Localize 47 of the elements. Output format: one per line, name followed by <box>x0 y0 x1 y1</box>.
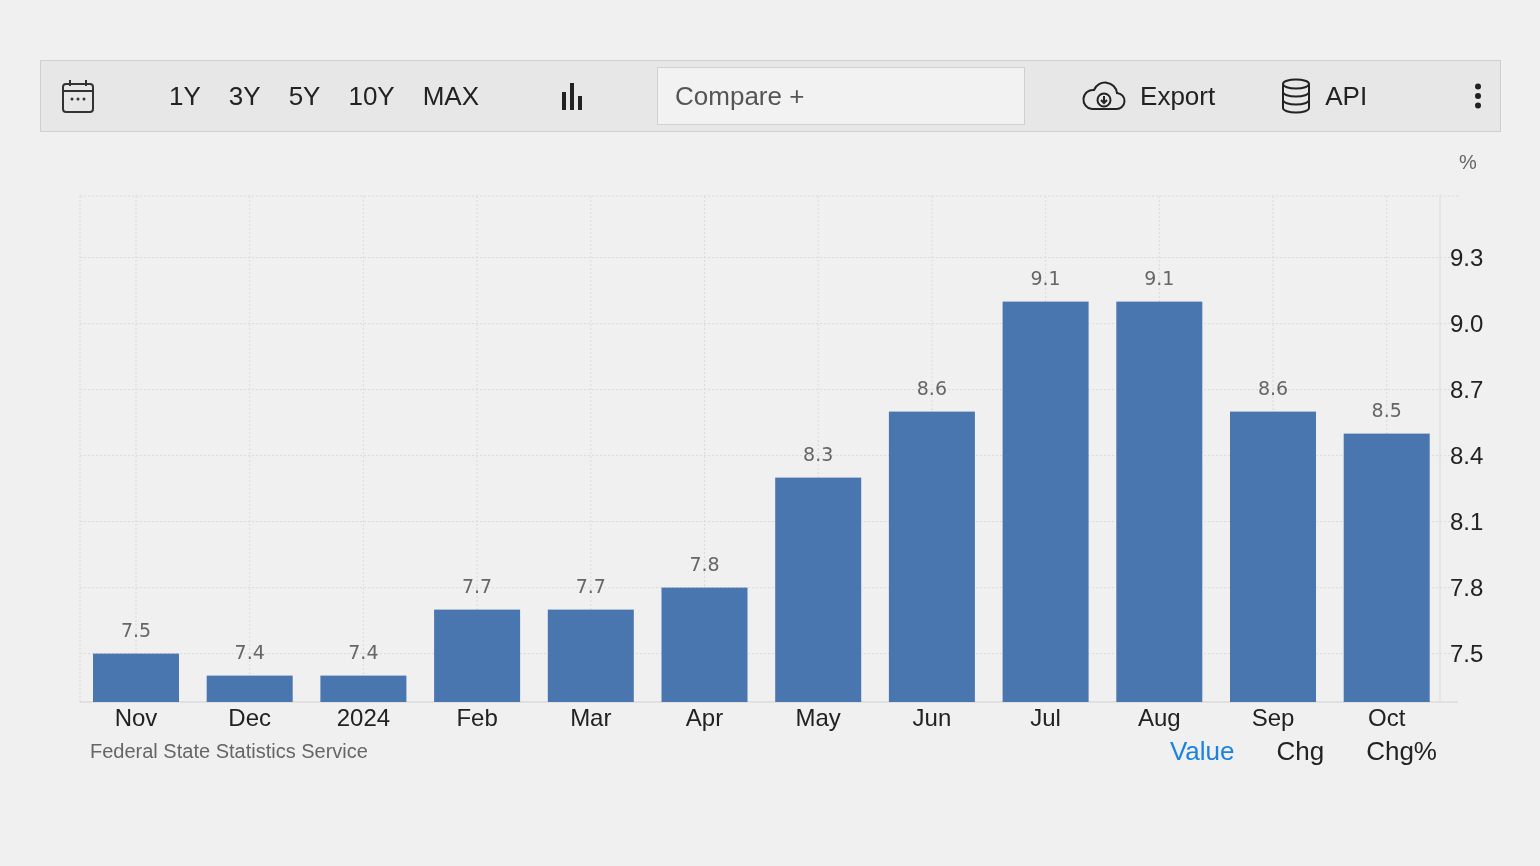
view-tab[interactable]: Chg% <box>1366 736 1437 767</box>
compare-field[interactable]: Compare + <box>657 67 1026 125</box>
x-axis-label: Feb <box>456 704 498 731</box>
x-axis-label: Jul <box>1030 704 1061 731</box>
data-label: 7.7 <box>462 574 493 597</box>
y-axis-label: 7.5 <box>1450 639 1484 667</box>
y-axis-label: 8.7 <box>1450 375 1484 403</box>
database-icon <box>1281 78 1312 114</box>
unit-label: % <box>1459 151 1477 173</box>
x-axis-label: Oct <box>1368 704 1406 731</box>
data-label: 8.6 <box>1257 376 1289 399</box>
range-button[interactable]: 10Y <box>348 80 395 112</box>
cloud-download-icon <box>1082 81 1127 111</box>
source-text: Federal State Statistics Service <box>90 740 368 763</box>
x-axis-label: 2024 <box>336 704 391 731</box>
range-button[interactable]: 3Y <box>228 80 261 112</box>
data-label: 8.6 <box>916 376 947 399</box>
y-axis-label: 7.8 <box>1450 573 1484 601</box>
y-axis-label: 9.0 <box>1450 309 1484 337</box>
x-axis-label: May <box>795 704 841 731</box>
data-label: 7.5 <box>120 618 152 641</box>
data-label: 8.5 <box>1371 398 1402 421</box>
x-axis-label: Nov <box>114 704 158 731</box>
x-axis-label: Apr <box>685 704 724 731</box>
data-label: 9.1 <box>1030 266 1061 289</box>
x-axis-label: Mar <box>570 704 612 731</box>
export-button[interactable]: Export <box>1082 80 1216 112</box>
data-label: 9.1 <box>1144 266 1175 289</box>
api-button[interactable]: API <box>1281 78 1368 114</box>
data-label: 7.4 <box>348 640 379 663</box>
data-label: 8.3 <box>803 442 834 465</box>
data-label: 7.7 <box>575 574 606 597</box>
calendar-icon[interactable] <box>61 78 95 114</box>
x-axis-label: Dec <box>228 704 272 731</box>
data-label: 7.4 <box>234 640 265 663</box>
range-button[interactable]: MAX <box>422 80 480 112</box>
x-axis-label: Aug <box>1137 704 1181 731</box>
more-options-icon[interactable] <box>1474 83 1482 109</box>
x-axis-label: Sep <box>1251 704 1295 731</box>
y-axis-label: 8.1 <box>1450 507 1484 535</box>
data-label: 7.8 <box>689 552 720 575</box>
range-button[interactable]: 1Y <box>169 80 201 112</box>
y-axis-label: 8.4 <box>1450 441 1484 469</box>
range-button[interactable]: 5Y <box>288 80 321 112</box>
y-axis-label: 9.3 <box>1450 243 1484 271</box>
x-axis-label: Jun <box>912 704 952 731</box>
view-tab[interactable]: Chg <box>1276 736 1325 767</box>
